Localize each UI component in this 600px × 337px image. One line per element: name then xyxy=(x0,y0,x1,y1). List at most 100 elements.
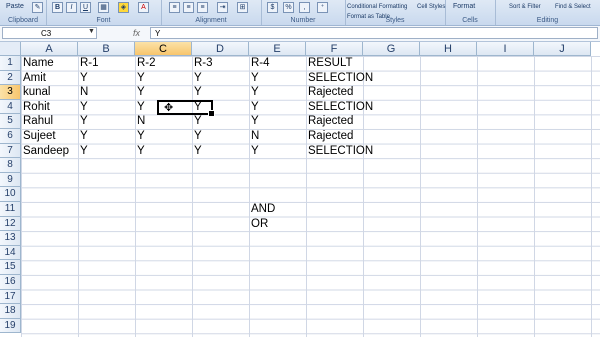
row-header-3[interactable]: 3 xyxy=(0,85,21,100)
column-header-h[interactable]: H xyxy=(420,42,477,56)
data-cell[interactable]: Rajected xyxy=(306,85,386,100)
row-header-12[interactable]: 12 xyxy=(0,216,21,232)
data-cell[interactable]: Y xyxy=(249,100,306,115)
row-header-2[interactable]: 2 xyxy=(0,70,21,86)
percent-button[interactable]: % xyxy=(283,2,294,13)
indent-icon[interactable]: ⇥ xyxy=(217,2,228,13)
fill-color-icon[interactable]: ◈ xyxy=(118,2,129,13)
row-header-5[interactable]: 5 xyxy=(0,114,21,129)
align-right-icon[interactable]: ≡ xyxy=(197,2,208,13)
data-cell[interactable]: Y xyxy=(135,129,192,144)
increase-decimal-icon[interactable]: ⁺ xyxy=(317,2,328,13)
merge-icon[interactable]: ⊞ xyxy=(237,2,248,13)
cell-styles-button[interactable]: Cell Styles xyxy=(417,2,445,12)
row-header-18[interactable]: 18 xyxy=(0,304,21,319)
currency-icon[interactable]: $ xyxy=(267,2,278,13)
data-cell[interactable]: N xyxy=(249,129,306,144)
data-cell[interactable]: Y xyxy=(78,129,135,144)
data-cell[interactable]: N xyxy=(135,114,192,129)
column-header-d[interactable]: D xyxy=(192,42,249,56)
data-cell[interactable]: Y xyxy=(192,144,249,159)
data-cell[interactable]: Sujeet xyxy=(21,129,78,144)
data-cell[interactable]: Y xyxy=(135,85,192,100)
column-header-e[interactable]: E xyxy=(249,42,306,56)
font-color-icon[interactable]: A xyxy=(138,2,149,13)
sort-filter-button[interactable]: Sort & Filter xyxy=(509,2,541,12)
align-center-icon[interactable]: ≡ xyxy=(183,2,194,13)
data-cell[interactable]: Y xyxy=(249,85,306,100)
row-header-9[interactable]: 9 xyxy=(0,172,21,188)
data-cell[interactable]: Y xyxy=(192,129,249,144)
format-painter-icon[interactable]: ✎ xyxy=(32,2,43,13)
column-header-i[interactable]: I xyxy=(477,42,534,56)
find-select-button[interactable]: Find & Select xyxy=(555,2,591,12)
row-header-8[interactable]: 8 xyxy=(0,158,21,173)
data-cell[interactable]: Y xyxy=(78,114,135,129)
row-header-6[interactable]: 6 xyxy=(0,129,21,144)
column-header-j[interactable]: J xyxy=(534,42,591,56)
data-cell[interactable]: Y xyxy=(135,144,192,159)
data-cell[interactable]: Y xyxy=(192,71,249,86)
data-cell[interactable]: Rohit xyxy=(21,100,78,115)
row-header-17[interactable]: 17 xyxy=(0,289,21,305)
row-header-15[interactable]: 15 xyxy=(0,260,21,275)
header-cell[interactable]: R-1 xyxy=(78,56,135,71)
header-cell[interactable]: R-3 xyxy=(192,56,249,71)
data-cell[interactable]: Rajected xyxy=(306,129,386,144)
row-header-13[interactable]: 13 xyxy=(0,231,21,246)
data-cell[interactable]: SELECTION xyxy=(306,100,386,115)
data-cell[interactable]: SELECTION xyxy=(306,144,386,159)
row-header-7[interactable]: 7 xyxy=(0,143,21,159)
formula-input[interactable]: Y xyxy=(150,27,598,39)
data-cell[interactable]: Y xyxy=(249,114,306,129)
column-header-b[interactable]: B xyxy=(78,42,135,56)
cell-area[interactable]: Name R-1 R-2 R-3 R-4 RESULT Amit Y Y Y Y SELECTION k… xyxy=(21,56,600,337)
data-cell[interactable]: Y xyxy=(78,100,135,115)
data-cell[interactable]: Rahul xyxy=(21,114,78,129)
data-cell[interactable]: N xyxy=(78,85,135,100)
italic-button[interactable]: I xyxy=(66,2,77,13)
data-cell[interactable]: Rajected xyxy=(306,114,386,129)
paste-button[interactable]: Paste xyxy=(6,2,24,12)
row-header-1[interactable]: 1 xyxy=(0,56,21,71)
row-header-11[interactable]: 11 xyxy=(0,202,21,217)
bold-button[interactable]: B xyxy=(52,2,63,13)
comma-icon[interactable]: , xyxy=(299,2,310,13)
header-cell[interactable]: RESULT xyxy=(306,56,386,71)
cell-e11[interactable]: AND xyxy=(249,202,306,217)
editing-group: Sort & Filter Find & Select Editing xyxy=(495,0,600,25)
data-cell[interactable]: kunal xyxy=(21,85,78,100)
header-cell[interactable]: R-4 xyxy=(249,56,306,71)
underline-button[interactable]: U xyxy=(80,2,91,13)
header-cell[interactable]: Name xyxy=(21,56,78,71)
select-all-corner[interactable] xyxy=(0,42,21,56)
data-cell[interactable]: Sandeep xyxy=(21,144,78,159)
data-cell[interactable]: Y xyxy=(249,71,306,86)
align-left-icon[interactable]: ≡ xyxy=(169,2,180,13)
data-cell[interactable]: Amit xyxy=(21,71,78,86)
insert-function-icon[interactable]: fx xyxy=(133,28,140,38)
row-header-16[interactable]: 16 xyxy=(0,275,21,290)
row-header-10[interactable]: 10 xyxy=(0,187,21,202)
data-cell[interactable]: Y xyxy=(249,144,306,159)
data-cell[interactable]: Y xyxy=(135,71,192,86)
row-header-19[interactable]: 19 xyxy=(0,318,21,334)
name-box-dropdown-icon[interactable]: ▼ xyxy=(88,28,95,35)
conditional-formatting-button[interactable]: Conditional Formatting xyxy=(347,2,407,12)
data-cell[interactable]: Y xyxy=(192,85,249,100)
format-button[interactable]: Format xyxy=(453,2,475,12)
data-cell[interactable]: Y xyxy=(78,71,135,86)
data-cell[interactable]: SELECTION xyxy=(306,71,386,86)
data-cell[interactable]: Y xyxy=(78,144,135,159)
row-header-14[interactable]: 14 xyxy=(0,245,21,261)
column-header-g[interactable]: G xyxy=(363,42,420,56)
column-header-f[interactable]: F xyxy=(306,42,363,56)
data-cell[interactable]: Y xyxy=(192,114,249,129)
row-header-4[interactable]: 4 xyxy=(0,99,21,115)
borders-icon[interactable]: ▦ xyxy=(98,2,109,13)
name-box[interactable]: C3 xyxy=(2,27,97,39)
header-cell[interactable]: R-2 xyxy=(135,56,192,71)
column-header-c[interactable]: C xyxy=(135,42,192,56)
column-header-a[interactable]: A xyxy=(21,42,78,56)
cell-e12[interactable]: OR xyxy=(249,217,306,232)
